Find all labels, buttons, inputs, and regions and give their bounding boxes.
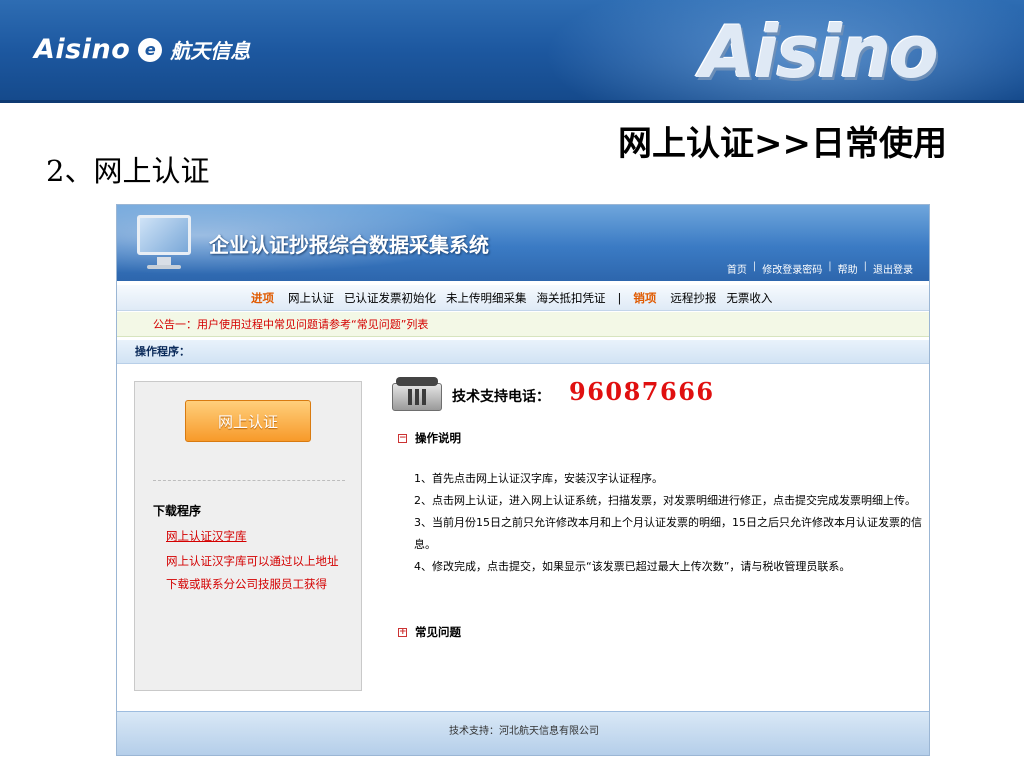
nav-no-invoice-income[interactable]: 无票收入 — [726, 290, 772, 306]
link-home[interactable]: 首页 — [727, 261, 747, 276]
nav-remote-report[interactable]: 远程抄报 — [670, 290, 716, 306]
download-font-link[interactable]: 网上认证汉字库 — [166, 528, 247, 544]
side-panel: 网上认证 下载程序 网上认证汉字库 网上认证汉字库可以通过以上地址下载或联系分公… — [134, 381, 362, 691]
app-screenshot: 企业认证抄报综合数据采集系统 首页 | 修改登录密码 | 帮助 | 退出登录 进… — [116, 204, 930, 756]
slide-title: 网上认证>>日常使用 — [618, 124, 947, 164]
link-help[interactable]: 帮助 — [838, 261, 858, 276]
section-faq-header[interactable]: + 常见问题 — [398, 624, 461, 640]
slide-subtitle: 2、网上认证 — [46, 154, 210, 188]
side-divider — [153, 480, 345, 481]
step-item: 3、当前月份15日之前只允许修改本月和上个月认证发票的明细，15日之后只允许修改… — [414, 516, 922, 551]
nav-online-auth[interactable]: 网上认证 — [288, 290, 334, 306]
step-item: 1、首先点击网上认证汉字库，安装汉字认证程序。 — [414, 472, 663, 485]
step-item: 4、修改完成，点击提交，如果显示“该发票已超过最大上传次数”，请与税收管理员联系… — [414, 560, 851, 573]
aisino-logo-small: Aisino e 航天信息 — [34, 34, 250, 65]
logo-mark-icon: e — [138, 37, 163, 62]
link-separator: | — [863, 261, 867, 272]
download-title: 下载程序 — [153, 504, 202, 518]
steps-list: 1、首先点击网上认证汉字库，安装汉字认证程序。 2、点击网上认证，进入网上认证系… — [414, 468, 922, 578]
nav-category-input: 进项 — [251, 290, 274, 305]
fax-phone-icon — [390, 375, 444, 415]
nav-detail-collect[interactable]: 未上传明细采集 — [446, 290, 527, 306]
top-links: 首页 | 修改登录密码 | 帮助 | 退出登录 — [727, 261, 913, 276]
section-ops-header[interactable]: − 操作说明 — [398, 430, 461, 446]
notice-bar: 公告一：用户使用过程中常见问题请参考“常见问题”列表 — [117, 312, 929, 337]
support-phone-label: 技术支持电话： — [452, 389, 550, 405]
app-title: 企业认证抄报综合数据采集系统 — [209, 233, 489, 257]
header-banner: Aisino e 航天信息 Aisino — [0, 0, 1024, 103]
section-faq-title: 常见问题 — [415, 625, 461, 639]
download-note: 网上认证汉字库可以通过以上地址下载或联系分公司技服员工获得 — [166, 554, 339, 591]
section-ops-title: 操作说明 — [415, 431, 461, 445]
link-separator: | — [752, 261, 757, 272]
nav-customs-voucher[interactable]: 海关抵扣凭证 — [537, 290, 606, 306]
link-logout[interactable]: 退出登录 — [873, 261, 913, 276]
app-header: 企业认证抄报综合数据采集系统 首页 | 修改登录密码 | 帮助 | 退出登录 — [117, 205, 929, 281]
collapse-icon[interactable]: − — [398, 434, 407, 443]
monitor-icon — [133, 213, 195, 271]
nav-invoice-init[interactable]: 已认证发票初始化 — [344, 290, 436, 306]
nav-separator: | — [617, 290, 622, 305]
support-phone-number: 96087666 — [569, 377, 715, 406]
link-separator: | — [828, 261, 832, 272]
nav-category-output: 销项 — [633, 290, 657, 305]
expand-icon[interactable]: + — [398, 628, 407, 637]
procedure-header: 操作程序： — [117, 340, 929, 364]
step-item: 2、点击网上认证，进入网上认证系统，扫描发票，对发票明细进行修正，点击提交完成发… — [414, 494, 916, 507]
main-nav: 进项 网上认证 已认证发票初始化 未上传明细采集 海关抵扣凭证 | 销项 远程抄… — [117, 285, 929, 311]
link-change-password[interactable]: 修改登录密码 — [762, 261, 822, 276]
aisino-logo-large: Aisino — [700, 10, 939, 94]
online-auth-button[interactable]: 网上认证 — [185, 400, 311, 442]
logo-brand-text: Aisino — [34, 34, 131, 65]
logo-cn-text: 航天信息 — [170, 39, 251, 63]
slide: Aisino e 航天信息 Aisino 网上认证>>日常使用 2、网上认证 企… — [0, 0, 1024, 768]
app-footer: 技术支持：河北航天信息有限公司 — [117, 711, 929, 755]
